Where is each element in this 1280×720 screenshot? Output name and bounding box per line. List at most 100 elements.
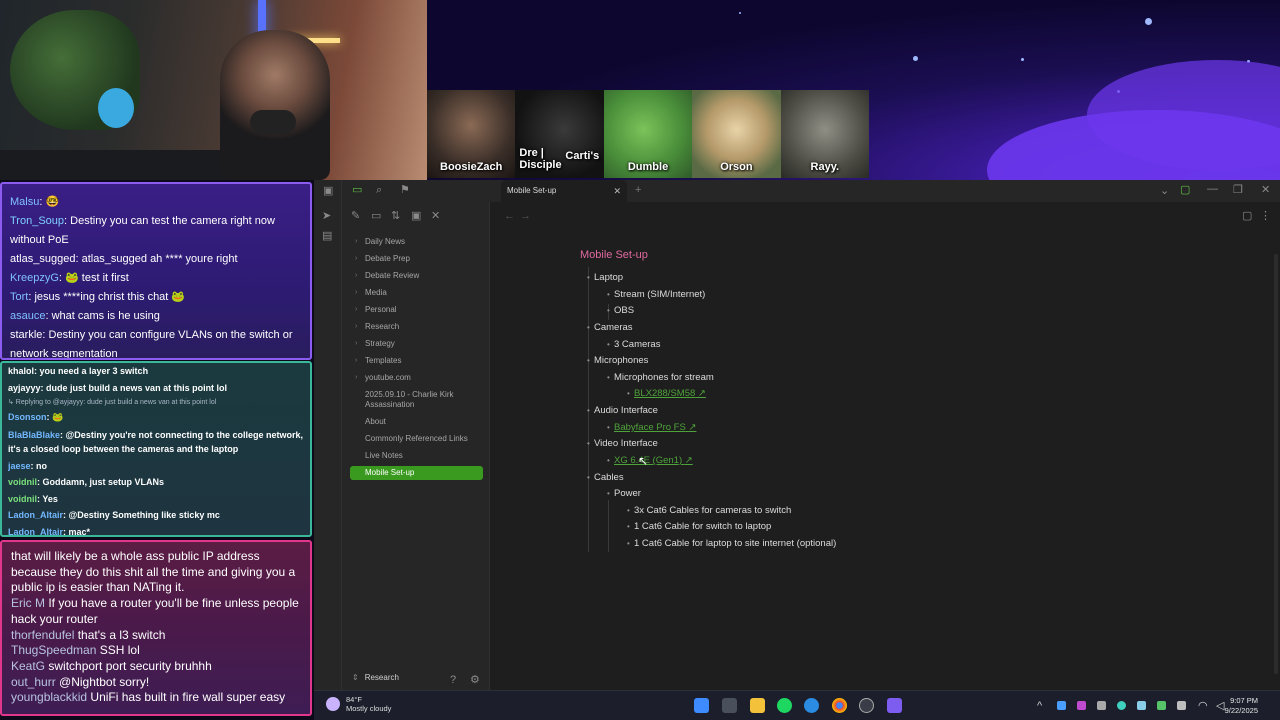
webcam-feed [0,0,427,180]
sidebar-right-icon[interactable]: ▢ [1180,184,1190,196]
back-arrow-icon[interactable]: ← [504,210,515,222]
link-xg[interactable]: XG 6.4E (Gen1) ↗ [607,455,693,467]
chat-message: starkle: Destiny you can configure VLANs… [10,329,293,360]
task-view-icon[interactable] [722,698,737,713]
folder-strategy[interactable]: › Strategy [350,337,483,351]
collapse-icon[interactable]: ▣ [411,210,421,222]
note-charlie-kirk[interactable]: 2025.09.10 - Charlie Kirk Assassination [350,388,483,412]
external-link-icon: ↗ [688,422,697,433]
bookmark-icon[interactable]: ⚑ [400,184,410,196]
bullet-power: Power [607,488,641,500]
vault-switcher[interactable]: ⇕ Research [352,673,399,682]
close-window-icon[interactable]: ✕ [1261,184,1270,196]
tab-mobile-setup[interactable]: Mobile Set-up ✕ [501,180,627,202]
note-live-notes[interactable]: Live Notes [350,449,483,463]
help-icon[interactable]: ? [450,674,456,686]
new-note-icon[interactable]: ✎ [351,210,360,222]
title-bar [314,180,1280,202]
clock-date: 9/22/2025 [1224,706,1258,715]
note-about[interactable]: About [350,415,483,429]
chat-message: atlas_sugged: atlas_sugged ah **** youre… [10,253,238,265]
bullet-cables: Cables [587,472,623,484]
folder-media[interactable]: › Media [350,286,483,300]
bullet-stream: Stream (SIM/Internet) [607,289,705,301]
start-icon[interactable] [694,698,709,713]
chevron-up-icon[interactable]: ^ [1037,700,1042,712]
chevron-right-icon: › [355,289,358,296]
scrollbar[interactable] [1274,254,1278,674]
wifi-icon[interactable]: ◠ [1198,700,1208,712]
chat-message: Ladon_Altair: mac* [8,526,91,537]
chat-reply-context: ↳ Replying to @ayjayyy: dude just build … [8,399,217,406]
edge-icon[interactable] [804,698,819,713]
emote-rayy: Rayy. [780,90,870,178]
chat-message: jaese: no [8,460,48,471]
volume-icon[interactable]: ◁ [1216,700,1224,712]
link-blx288[interactable]: BLX288/SM58 ↗ [627,388,706,400]
new-tab-icon[interactable]: + [635,184,641,196]
reading-view-icon[interactable]: ▢ [1242,210,1252,222]
chrome-icon[interactable] [832,698,847,713]
tray-icon-1[interactable] [1057,701,1066,710]
folder-youtube[interactable]: › youtube.com [350,371,483,385]
weather-temp: 84°F [346,695,362,704]
star [913,56,918,61]
emote-label: Dumble [627,161,669,173]
folder-debate-prep[interactable]: › Debate Prep [350,252,483,266]
sidebar-toggle-icon[interactable]: ▣ [323,185,333,197]
weather-widget[interactable]: 84°F Mostly cloudy [326,695,391,713]
chevron-down-icon[interactable]: ⌄ [1160,185,1169,197]
chevron-right-icon: › [355,255,358,262]
minimize-icon[interactable]: — [1207,183,1218,195]
folder-personal[interactable]: › Personal [350,303,483,317]
note-commonly-referenced-links[interactable]: Commonly Referenced Links [350,432,483,446]
folder-templates[interactable]: › Templates [350,354,483,368]
chat-message: ayjayyy: dude just build a news van at t… [8,382,228,393]
tray-icon-6[interactable] [1157,701,1166,710]
tray-icon-4[interactable] [1117,701,1126,710]
chat-panel-middle: khalol: you need a layer 3 switch ayjayy… [0,361,312,537]
chat-message: youngblackkid UniFi has built in fire wa… [11,690,286,705]
note-editor[interactable]: ← → ▢ ⋮ Mobile Set-up Laptop Stream (SIM… [490,202,1280,690]
chat-message: Dsonson: 🐸 [8,412,64,422]
close-tab-icon[interactable]: ✕ [613,180,621,202]
search-icon[interactable]: ⌕ [376,184,382,196]
clock[interactable]: 9:07 PM 9/22/2025 [1225,696,1258,716]
forward-arrow-icon[interactable]: → [520,210,531,222]
obs-icon[interactable] [859,698,874,713]
send-icon[interactable]: ➤ [322,210,331,222]
folder-debate-review[interactable]: › Debate Review [350,269,483,283]
microphone-image [250,110,296,134]
spotify-icon[interactable] [777,698,792,713]
link-babyface[interactable]: Babyface Pro FS ↗ [607,422,697,434]
stream-screen: BoosieZach Dre | Disciple Carti's Dumble… [0,0,1280,720]
tab-title: Mobile Set-up [507,186,557,195]
star [739,12,741,14]
close-all-icon[interactable]: ✕ [431,210,440,222]
chevron-right-icon: › [355,357,358,364]
chat-message: BlaBlaBlake: @Destiny you're not connect… [8,429,303,454]
more-options-icon[interactable]: ⋮ [1260,210,1271,222]
chat-message: asauce: what cams is he using [10,310,160,322]
chevron-right-icon: › [355,238,358,245]
sort-icon[interactable]: ⇅ [391,210,400,222]
maximize-icon[interactable]: ❐ [1233,184,1243,196]
tray-icon-2[interactable] [1077,701,1086,710]
obsidian-icon[interactable] [887,698,902,713]
folder-daily-news[interactable]: › Daily News [350,235,483,249]
settings-icon[interactable]: ⚙ [470,674,480,686]
files-icon[interactable]: ▭ [352,184,362,196]
new-folder-icon[interactable]: ▭ [371,210,381,222]
chevron-right-icon: › [355,374,358,381]
chat-message: Tron_Soup: Destiny you can test the came… [10,215,275,246]
chat-message: Ladon_Altair: @Destiny Something like st… [8,510,220,520]
folder-research[interactable]: › Research [350,320,483,334]
note-title: Mobile Set-up [580,249,648,261]
bullet-laptop: Laptop [587,272,623,284]
note-mobile-setup[interactable]: Mobile Set-up [350,466,483,480]
tray-icon-5[interactable] [1137,701,1146,710]
command-icon[interactable]: ▤ [322,230,332,242]
tray-icon-7[interactable] [1177,701,1186,710]
file-explorer-icon[interactable] [750,698,765,713]
tray-icon-3[interactable] [1097,701,1106,710]
